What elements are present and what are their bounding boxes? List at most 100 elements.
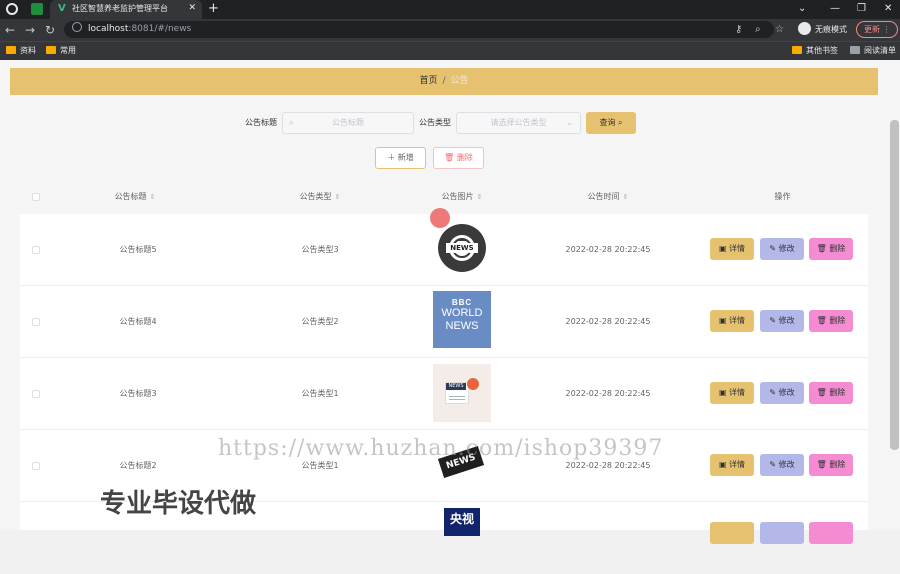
page-scrollbar[interactable] bbox=[890, 120, 899, 450]
sort-icon[interactable]: ⇕ bbox=[623, 193, 629, 201]
new-tab-button[interactable]: + bbox=[208, 0, 219, 17]
detail-icon: ▣ bbox=[718, 244, 727, 253]
sort-icon[interactable]: ⇕ bbox=[150, 193, 156, 201]
trash-icon: 🗑 bbox=[816, 388, 827, 397]
watermark-url: https://www.huzhan.com/ishop39397 bbox=[218, 436, 664, 461]
cctv-logo-image: 央视 bbox=[444, 508, 480, 536]
delete-label: 删除 bbox=[456, 153, 473, 162]
minimize-icon[interactable]: — bbox=[830, 0, 840, 18]
table-row: 公告标题4 公告类型2 BBC WORLD NEWS 2022-02-28 20… bbox=[20, 286, 868, 358]
folder-icon bbox=[792, 46, 802, 54]
bbc-world-news-image: BBC WORLD NEWS bbox=[433, 291, 491, 348]
add-button[interactable]: ＋ 新增 bbox=[375, 147, 426, 169]
detail-label: 详情 bbox=[729, 388, 746, 397]
delete-button[interactable] bbox=[809, 522, 853, 544]
query-button[interactable]: 查询 ⌕ bbox=[586, 112, 636, 134]
forward-icon[interactable]: → bbox=[25, 22, 35, 38]
detail-button[interactable] bbox=[710, 522, 754, 544]
row-title: 公告标题3 bbox=[119, 389, 157, 398]
column-label: 公告时间 bbox=[587, 192, 620, 201]
browser-menu-icon[interactable] bbox=[6, 3, 18, 15]
back-icon[interactable]: ← bbox=[5, 22, 15, 38]
column-label: 公告类型 bbox=[299, 192, 332, 201]
delete-button[interactable]: 🗑 删除 bbox=[809, 310, 853, 332]
type-search-label: 公告类型 bbox=[419, 118, 451, 127]
trash-icon: 🗑 bbox=[816, 244, 827, 253]
tab-search-icon[interactable]: ⌄ bbox=[798, 0, 806, 18]
edit-button[interactable]: ✎ 修改 bbox=[760, 238, 804, 260]
update-label: 更新 bbox=[864, 25, 880, 34]
address-bar: ← → ↻ localhost:8081/#/news ⚷ ⌕ ☆ 无痕模式 更… bbox=[0, 19, 900, 41]
megaphone-icon bbox=[467, 378, 479, 390]
bookmark-folder-2[interactable]: 常用 bbox=[46, 42, 76, 59]
edit-button[interactable]: ✎ 修改 bbox=[760, 454, 804, 476]
other-bookmarks[interactable]: 其他书签 bbox=[792, 42, 838, 59]
row-checkbox[interactable] bbox=[32, 318, 40, 326]
row-checkbox[interactable] bbox=[32, 246, 40, 254]
edit-icon: ✎ bbox=[769, 460, 777, 469]
row-checkbox[interactable] bbox=[32, 390, 40, 398]
detail-button[interactable]: ▣ 详情 bbox=[710, 454, 754, 476]
row-checkbox[interactable] bbox=[32, 462, 40, 470]
bookmark-label: 资料 bbox=[20, 46, 36, 55]
bbc-logo: BBC bbox=[451, 298, 473, 307]
type-select[interactable]: 请选择公告类型 ⌄ bbox=[456, 112, 581, 134]
row-time: 2022-02-28 20:22:45 bbox=[565, 245, 651, 254]
title-placeholder: 公告标题 bbox=[332, 118, 364, 127]
delete-button[interactable]: 🗑 删除 bbox=[809, 238, 853, 260]
update-button[interactable]: 更新 ⋮ bbox=[856, 21, 898, 38]
delete-button[interactable]: 🗑 删除 bbox=[809, 382, 853, 404]
close-window-icon[interactable]: ✕ bbox=[884, 0, 892, 18]
key-icon[interactable]: ⚷ bbox=[735, 22, 742, 38]
sort-icon[interactable]: ⇕ bbox=[477, 193, 483, 201]
detail-icon: ▣ bbox=[718, 460, 727, 469]
reading-list[interactable]: 阅读清单 bbox=[850, 42, 896, 59]
edit-button[interactable] bbox=[760, 522, 804, 544]
bookmark-folder-1[interactable]: 资料 bbox=[6, 42, 36, 59]
breadcrumb: 首页 / 公告 bbox=[10, 68, 878, 95]
row-time: 2022-02-28 20:22:45 bbox=[565, 389, 651, 398]
edit-label: 修改 bbox=[778, 460, 795, 469]
edit-button[interactable]: ✎ 修改 bbox=[760, 382, 804, 404]
trash-icon: 🗑 bbox=[816, 460, 827, 469]
url-field[interactable]: localhost:8081/#/news bbox=[64, 21, 774, 38]
row-type: 公告类型3 bbox=[301, 245, 339, 254]
delete-label: 删除 bbox=[829, 460, 846, 469]
title-search-label: 公告标题 bbox=[245, 118, 277, 127]
restore-icon[interactable]: ❐ bbox=[857, 0, 866, 18]
table-row: 公告标题3 公告类型1 NEWS 2022-02-28 20:22:45 ▣ 详… bbox=[20, 358, 868, 430]
sort-icon[interactable]: ⇕ bbox=[335, 193, 341, 201]
site-info-icon[interactable] bbox=[72, 22, 82, 32]
bookmark-star-icon[interactable]: ☆ bbox=[775, 22, 784, 38]
delete-button[interactable]: 🗑 删除 bbox=[809, 454, 853, 476]
breadcrumb-home[interactable]: 首页 bbox=[419, 76, 437, 86]
chevron-down-icon: ⌄ bbox=[566, 118, 573, 127]
detail-icon: ▣ bbox=[718, 316, 727, 325]
edit-button[interactable]: ✎ 修改 bbox=[760, 310, 804, 332]
row-title: 公告标题4 bbox=[119, 317, 157, 326]
incognito-indicator[interactable]: 无痕模式 bbox=[798, 22, 847, 37]
row-type: 公告类型2 bbox=[301, 317, 339, 326]
detail-icon: ▣ bbox=[718, 388, 727, 397]
pinned-tab-icon[interactable] bbox=[31, 3, 43, 15]
close-tab-icon[interactable]: ✕ bbox=[188, 0, 196, 17]
zoom-icon[interactable]: ⌕ bbox=[755, 22, 761, 38]
title-search-input[interactable]: ⌕ 公告标题 bbox=[282, 112, 414, 134]
active-tab[interactable]: V 社区智慧养老监护管理平台 ✕ bbox=[50, 0, 202, 19]
batch-delete-button[interactable]: 🗑 删除 bbox=[433, 147, 484, 169]
column-time[interactable]: 公告时间 ⇕ bbox=[518, 180, 698, 214]
column-title[interactable]: 公告标题 ⇕ bbox=[50, 180, 220, 214]
news-table: 公告标题 ⇕ 公告类型 ⇕ 公告图片 ⇕ 公告时间 ⇕ 操作 公告标题5 公告类型3 N… bbox=[20, 180, 868, 544]
breadcrumb-current: 公告 bbox=[450, 76, 469, 86]
delete-label: 删除 bbox=[829, 244, 846, 253]
reload-icon[interactable]: ↻ bbox=[45, 22, 55, 38]
row-type: 公告类型1 bbox=[301, 389, 339, 398]
add-label: 新增 bbox=[397, 153, 414, 162]
search-icon: ⌕ bbox=[289, 118, 295, 128]
detail-button[interactable]: ▣ 详情 bbox=[710, 310, 754, 332]
detail-button[interactable]: ▣ 详情 bbox=[710, 238, 754, 260]
select-all-checkbox[interactable] bbox=[32, 193, 40, 201]
detail-label: 详情 bbox=[729, 244, 746, 253]
detail-button[interactable]: ▣ 详情 bbox=[710, 382, 754, 404]
column-label: 操作 bbox=[774, 192, 791, 201]
